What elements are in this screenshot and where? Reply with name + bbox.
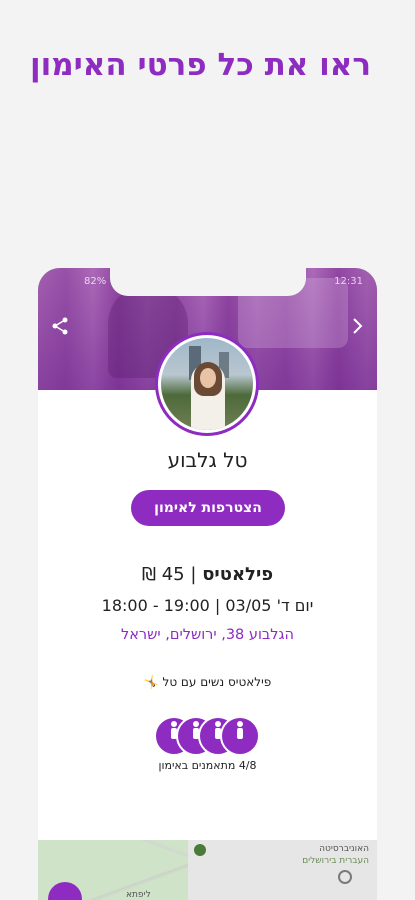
class-address-link[interactable]: הגלבוע 38, ירושלים, ישראל bbox=[38, 627, 377, 643]
person-icon bbox=[237, 721, 243, 739]
map-label: ליפתא bbox=[126, 890, 151, 900]
phone-notch bbox=[110, 268, 306, 296]
back-button[interactable] bbox=[345, 316, 369, 340]
clock-status: 12:31 bbox=[334, 276, 363, 287]
location-pin-icon bbox=[338, 870, 352, 884]
chevron-right-icon bbox=[353, 318, 363, 334]
map-action-button[interactable] bbox=[48, 882, 82, 900]
participant-avatar bbox=[220, 716, 260, 756]
separator: | bbox=[190, 564, 197, 585]
location-map[interactable]: האוניברסיטה העברית בירושלים ליפתא bbox=[38, 840, 377, 900]
class-price: 45 ₪ bbox=[141, 564, 185, 585]
map-poi-icon bbox=[194, 844, 206, 856]
map-label: האוניברסיטה bbox=[319, 844, 369, 854]
class-time: יום ד' 03/05 | 19:00 - 18:00 bbox=[101, 596, 314, 615]
class-type: פילאטיס bbox=[202, 564, 274, 585]
participants-count: 4/8 מתאמנים באימון bbox=[158, 759, 257, 772]
trainer-name: טל גלבוע bbox=[167, 448, 248, 472]
trainer-photo bbox=[161, 338, 253, 430]
share-button[interactable] bbox=[48, 316, 72, 340]
battery-status: 82% bbox=[84, 276, 107, 287]
photo-face bbox=[200, 368, 216, 388]
promo-title: ראו את כל פרטי האימון bbox=[29, 47, 371, 83]
participants-avatars[interactable] bbox=[154, 716, 264, 756]
share-icon bbox=[52, 317, 68, 335]
map-label: העברית בירושלים bbox=[302, 856, 369, 866]
phone-screen: 82% 12:31 טל גלבוע הצטרפות לאימון פילאטי… bbox=[38, 268, 377, 900]
class-type-price: פילאטיס | 45 ₪ bbox=[38, 564, 377, 585]
join-class-button[interactable]: הצטרפות לאימון bbox=[131, 490, 285, 526]
class-description: פילאטיס נשים עם טל 🤸 bbox=[143, 675, 272, 689]
trainer-avatar[interactable] bbox=[155, 332, 259, 436]
